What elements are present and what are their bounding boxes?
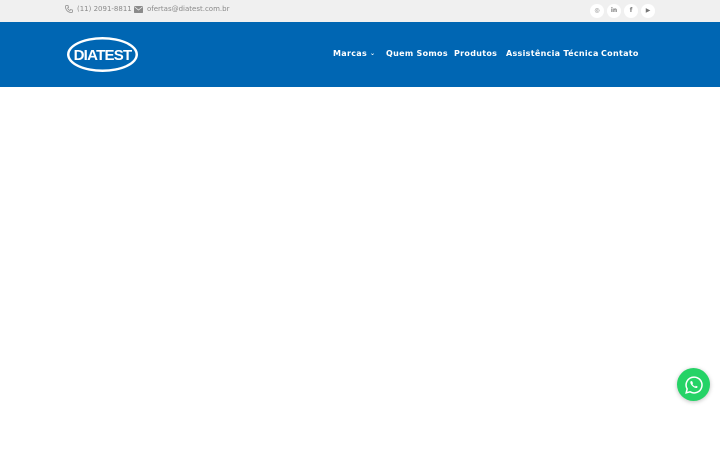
nav-label-assistencia-tecnica: Assistência Técnica [506, 49, 599, 58]
logo-text: DIATEST [74, 47, 132, 64]
phone-number: (11) 2091-8811 [77, 5, 132, 13]
nav-item-contato[interactable]: Contato [601, 49, 639, 58]
nav-item-assistencia-tecnica[interactable]: Assistência Técnica [506, 49, 599, 58]
nav-label-quem-somos: Quem Somos [386, 49, 448, 58]
nav-item-quem-somos[interactable]: Quem Somos [386, 49, 448, 58]
envelope-icon [134, 5, 143, 13]
nav-label-produtos: Produtos [454, 49, 498, 58]
nav-label-contato: Contato [601, 49, 639, 58]
nav-label-marcas: Marcas [333, 49, 368, 58]
instagram-icon[interactable]: ◎ [590, 4, 604, 18]
phone-contact[interactable]: (11) 2091-8811 [65, 5, 132, 13]
facebook-icon[interactable]: f [624, 4, 638, 18]
whatsapp-icon [684, 375, 703, 394]
main-content [0, 87, 720, 450]
nav-item-produtos[interactable]: Produtos [454, 49, 497, 58]
email-contact[interactable]: ofertas@diatest.com.br [134, 5, 229, 13]
email-address: ofertas@diatest.com.br [147, 5, 230, 13]
chevron-down-icon: ⌄ [370, 50, 376, 57]
nav-item-marcas[interactable]: Marcas ⌄ [333, 49, 375, 58]
social-links: ◎ in f ▶ [590, 4, 655, 18]
youtube-icon[interactable]: ▶ [641, 4, 655, 18]
top-bar: (11) 2091-8811 ofertas@diatest.com.br ◎ … [0, 0, 720, 22]
diatest-logo[interactable]: DIATEST [66, 36, 139, 73]
linkedin-icon[interactable]: in [607, 4, 621, 18]
whatsapp-button[interactable] [677, 368, 710, 401]
phone-icon [65, 5, 73, 13]
